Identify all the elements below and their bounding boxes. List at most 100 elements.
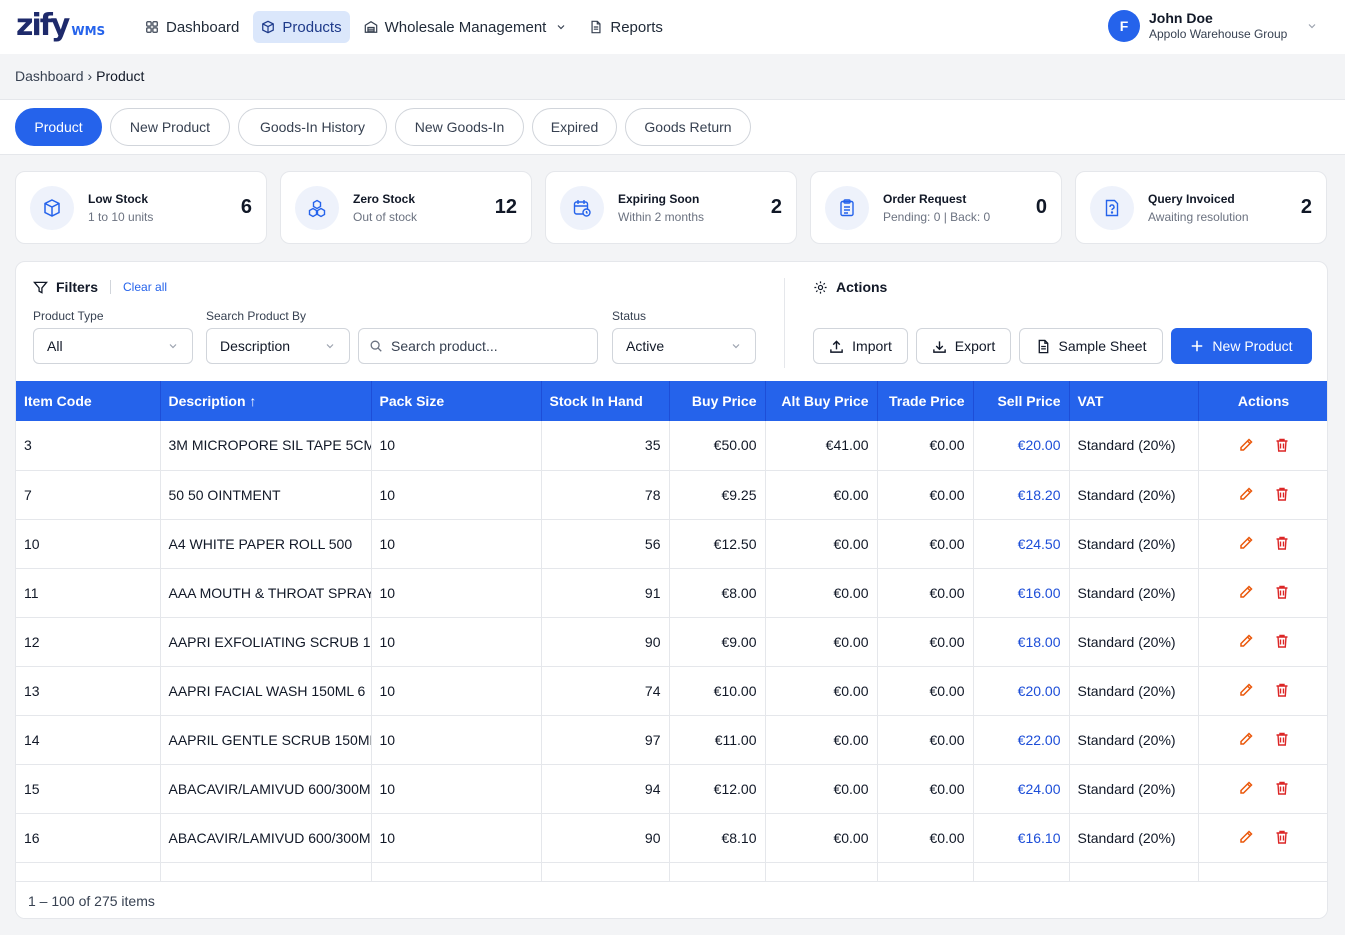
- cell-pack-size: 10: [371, 519, 542, 569]
- stat-card-expiring-soon[interactable]: Expiring Soon Within 2 months 2: [545, 171, 797, 244]
- stat-value: 0: [1035, 196, 1047, 218]
- col-description[interactable]: Description ↑: [160, 381, 372, 421]
- edit-button[interactable]: [1236, 827, 1256, 847]
- nav-reports[interactable]: Reports: [581, 11, 671, 43]
- col-pack-size[interactable]: Pack Size: [371, 381, 542, 421]
- product-type-select[interactable]: All: [33, 328, 193, 364]
- breadcrumb-separator: ›: [87, 68, 93, 84]
- tab-new-goods-in[interactable]: New Goods-In: [395, 108, 524, 146]
- cell-pack-size: 10: [371, 715, 542, 765]
- import-button[interactable]: Import: [813, 328, 908, 364]
- table-row[interactable]: 13 AAPRI FACIAL WASH 150ML 6 10 74 €10.00 €0.…: [16, 666, 1327, 716]
- box-icon: [262, 20, 275, 34]
- user-menu[interactable]: F John Doe Appolo Warehouse Group: [1108, 10, 1318, 42]
- cell-actions: [1198, 470, 1327, 520]
- table-row[interactable]: 10 A4 WHITE PAPER ROLL 500 10 56 €12.50 €0.00…: [16, 519, 1327, 569]
- status-select[interactable]: Active: [612, 328, 756, 364]
- col-trade-price[interactable]: Trade Price: [877, 381, 974, 421]
- tab-expired[interactable]: Expired: [532, 108, 617, 146]
- download-icon: [932, 340, 946, 353]
- cell-pack-size: 10: [371, 568, 542, 618]
- logo[interactable]: zify WMS: [16, 8, 105, 43]
- chevron-down-icon: [169, 344, 177, 349]
- cell-alt-buy-price: €0.00: [765, 519, 878, 569]
- table-row[interactable]: [16, 862, 1327, 881]
- col-alt-buy-price[interactable]: Alt Buy Price: [765, 381, 878, 421]
- table-row[interactable]: 14 AAPRIL GENTLE SCRUB 150ML 10 97 €11.00 €0.…: [16, 715, 1327, 765]
- table-row[interactable]: 3 3M MICROPORE SIL TAPE 5CM 10 35 €50.00 €41.…: [16, 421, 1327, 471]
- stat-value: 6: [240, 196, 252, 218]
- delete-button[interactable]: [1272, 631, 1292, 651]
- edit-button[interactable]: [1236, 435, 1256, 455]
- col-buy-price[interactable]: Buy Price: [669, 381, 766, 421]
- cell-actions: [1198, 617, 1327, 667]
- delete-button[interactable]: [1272, 435, 1292, 455]
- edit-button[interactable]: [1236, 631, 1256, 651]
- delete-button[interactable]: [1272, 484, 1292, 504]
- delete-button[interactable]: [1272, 778, 1292, 798]
- product-type-label: Product Type: [33, 309, 104, 323]
- edit-button[interactable]: [1236, 778, 1256, 798]
- stat-title: Order Request: [883, 192, 967, 206]
- new-product-button[interactable]: New Product: [1171, 328, 1312, 364]
- cell-trade-price: €0.00: [877, 617, 974, 667]
- user-info: John Doe Appolo Warehouse Group: [1149, 10, 1287, 42]
- delete-button[interactable]: [1272, 533, 1292, 553]
- search-input[interactable]: [391, 338, 581, 354]
- table-row[interactable]: 11 AAA MOUTH & THROAT SPRAY 10 91 €8.00 €0.00…: [16, 568, 1327, 618]
- tab-goods-return[interactable]: Goods Return: [625, 108, 751, 146]
- col-vat[interactable]: VAT: [1069, 381, 1199, 421]
- delete-button[interactable]: [1272, 582, 1292, 602]
- products-table-container[interactable]: Item Code Description ↑ Pack Size Stock …: [16, 381, 1327, 881]
- edit-button[interactable]: [1236, 680, 1256, 700]
- col-stock-in-hand[interactable]: Stock In Hand: [541, 381, 670, 421]
- nav-products[interactable]: Products: [253, 11, 350, 43]
- edit-button[interactable]: [1236, 729, 1256, 749]
- stat-card-query-invoiced[interactable]: Query Invoiced Awaiting resolution 2: [1075, 171, 1327, 244]
- cell-alt-buy-price: €0.00: [765, 715, 878, 765]
- table-row[interactable]: 15 ABACAVIR/LAMIVUD 600/300MG 10 94 €12.00 €0…: [16, 764, 1327, 814]
- cell-alt-buy-price: €0.00: [765, 617, 878, 667]
- edit-button[interactable]: [1236, 533, 1256, 553]
- nav-dashboard[interactable]: Dashboard: [137, 11, 247, 43]
- col-item-code[interactable]: Item Code: [16, 381, 161, 421]
- stat-card-zero-stock[interactable]: Zero Stock Out of stock 12: [280, 171, 532, 244]
- breadcrumb-root[interactable]: Dashboard: [15, 68, 84, 84]
- user-org: Appolo Warehouse Group: [1149, 27, 1288, 41]
- stat-card-order-request[interactable]: Order Request Pending: 0 | Back: 0 0: [810, 171, 1062, 244]
- col-sell-price[interactable]: Sell Price: [973, 381, 1070, 421]
- cell-actions: [1198, 519, 1327, 569]
- export-button[interactable]: Export: [916, 328, 1011, 364]
- delete-button[interactable]: [1272, 680, 1292, 700]
- cell-stock: 97: [541, 715, 670, 765]
- table-cell: [1069, 862, 1199, 881]
- trash-icon: [1276, 781, 1287, 795]
- clear-all-link[interactable]: Clear all: [123, 280, 167, 294]
- cell-actions: [1198, 764, 1327, 814]
- pencil-icon: [1239, 585, 1253, 598]
- cell-item-code: 7: [16, 470, 161, 520]
- cell-alt-buy-price: €0.00: [765, 764, 878, 814]
- table-row[interactable]: 7 50 50 OINTMENT 10 78 €9.25 €0.00 €0.00 €18.20…: [16, 470, 1327, 520]
- edit-button[interactable]: [1236, 484, 1256, 504]
- pencil-icon: [1239, 781, 1253, 794]
- tab-product[interactable]: Product: [15, 108, 102, 146]
- table-row[interactable]: 12AAPRI EXFOLIATING SCRUB 150ML1090€9.00…: [16, 617, 1327, 667]
- tab-goods-in-history[interactable]: Goods-In History: [238, 108, 387, 146]
- delete-button[interactable]: [1272, 827, 1292, 847]
- cell-vat: Standard (20%): [1069, 421, 1199, 471]
- nav-wholesale-management[interactable]: Wholesale Management: [356, 11, 576, 43]
- table-row[interactable]: 16 ABACAVIR/LAMIVUD 600/300MG 10 90 €8.10 €0.…: [16, 813, 1327, 863]
- sample-sheet-button[interactable]: Sample Sheet: [1019, 328, 1163, 364]
- trash-icon: [1276, 536, 1287, 550]
- calendar-clock-icon: [573, 200, 591, 217]
- cell-actions: [1198, 568, 1327, 618]
- cell-sell-price: €22.00: [973, 715, 1070, 765]
- edit-button[interactable]: [1236, 582, 1256, 602]
- search-by-select[interactable]: Description: [206, 328, 350, 364]
- cell-description: ABACAVIR/LAMIVUD 600/300MG: [160, 813, 372, 863]
- stat-card-low-stock[interactable]: Low Stock 1 to 10 units 6: [15, 171, 267, 244]
- delete-button[interactable]: [1272, 729, 1292, 749]
- pencil-icon: [1239, 536, 1253, 549]
- tab-new-product[interactable]: New Product: [110, 108, 230, 146]
